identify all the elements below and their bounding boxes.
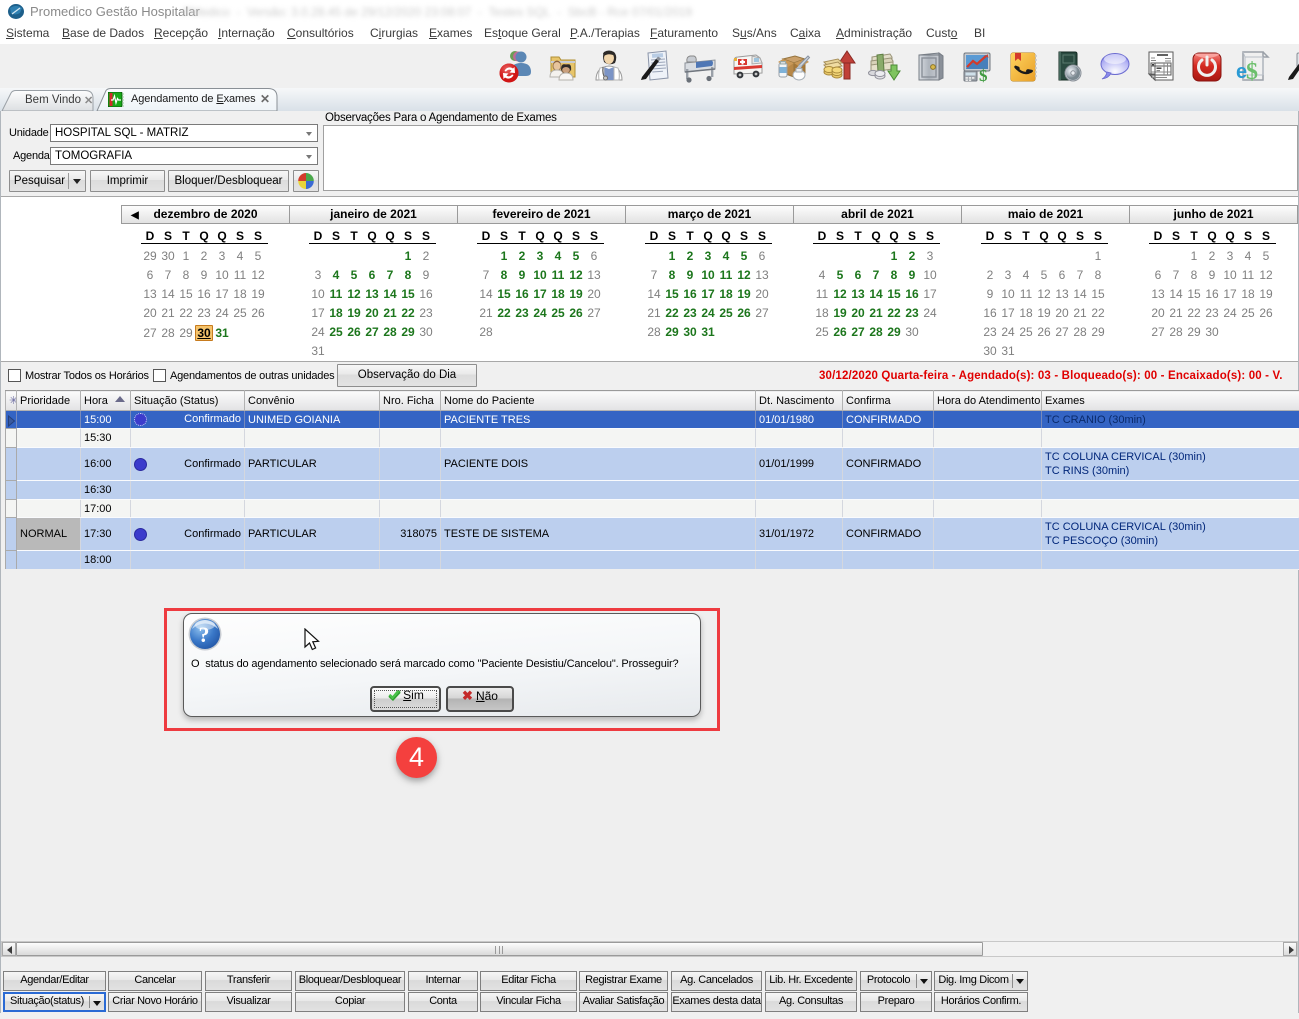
svg-text:e: e	[1236, 61, 1247, 83]
svg-text:$: $	[979, 66, 988, 85]
svg-text:$: $	[1246, 59, 1258, 85]
svg-text:?: ?	[199, 622, 210, 647]
